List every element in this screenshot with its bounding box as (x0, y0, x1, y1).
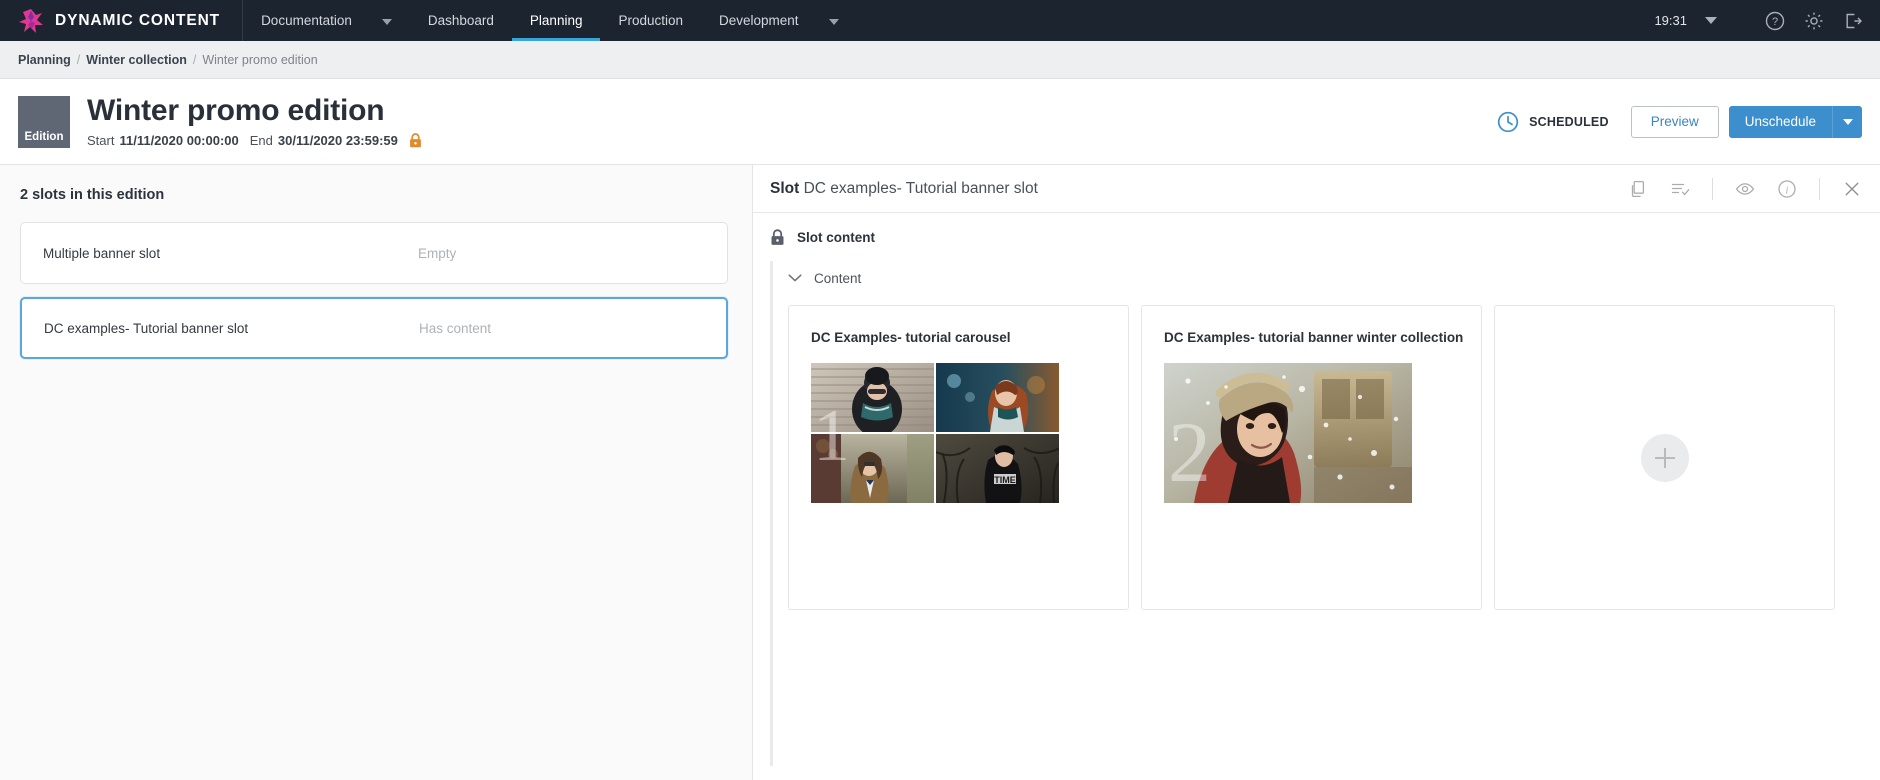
nav-item-documentation[interactable]: Documentation (243, 0, 410, 41)
page-header-actions: SCHEDULED Preview Unschedule (1497, 105, 1862, 138)
preview-button[interactable]: Preview (1630, 105, 1719, 138)
content-section-rule (770, 261, 773, 766)
content-section: Content DC Examples- tutorial carousel T… (753, 261, 1880, 780)
slots-panel-title: 2 slots in this edition (20, 187, 165, 203)
content-card-tutorial-carousel[interactable]: DC Examples- tutorial carousel TIME 1 (788, 305, 1129, 610)
slot-list-item-multiple-banner-slot[interactable]: Multiple banner slot Empty (20, 222, 728, 284)
content-collapse-toggle[interactable]: Content (788, 261, 1858, 295)
brand-logo-area[interactable]: DYNAMIC CONTENT (0, 0, 244, 41)
top-navigation-bar: DYNAMIC CONTENT Documentation Dashboard … (0, 0, 1880, 41)
plus-glyph (1654, 447, 1675, 468)
nav-item-planning-label: Planning (529, 13, 583, 28)
status-badge-label: SCHEDULED (1529, 114, 1609, 129)
content-body: Content DC Examples- tutorial carousel T… (788, 261, 1880, 780)
chevron-down-icon (1842, 118, 1853, 125)
status-badge: SCHEDULED (1497, 111, 1609, 133)
slot-name: Multiple banner slot (43, 245, 161, 261)
nav-item-production-label: Production (618, 13, 684, 28)
slot-detail-title: Slot DC examples- Tutorial banner slot (770, 180, 1038, 198)
slot-name: DC examples- Tutorial banner slot (44, 320, 249, 336)
content-card-tutorial-banner-winter-collection[interactable]: DC Examples- tutorial banner winter coll… (1141, 305, 1482, 610)
slot-detail-title-name: DC examples- Tutorial banner slot (803, 179, 1038, 197)
start-value: 11/11/2020 00:00:00 (119, 132, 239, 148)
breadcrumb-separator: / (76, 52, 81, 67)
gear-icon[interactable] (1803, 10, 1825, 32)
chevron-down-icon (381, 18, 392, 25)
page-title: Winter promo edition (87, 94, 385, 128)
brand-name: DYNAMIC CONTENT (55, 11, 221, 29)
page-header: Edition Winter promo edition Start 11/11… (0, 79, 1880, 165)
unschedule-dropdown-button[interactable] (1832, 105, 1862, 138)
chevron-down-icon (788, 273, 802, 283)
lock-icon (770, 228, 785, 246)
edition-badge: Edition (18, 95, 70, 148)
lock-icon (409, 132, 422, 148)
logout-icon[interactable] (1842, 10, 1864, 32)
edition-schedule-range: Start 11/11/2020 00:00:00 End 30/11/2020… (87, 133, 422, 148)
close-icon[interactable] (1842, 179, 1862, 199)
breadcrumb-separator: / (192, 52, 197, 67)
clock-icon (1497, 111, 1519, 133)
slot-status: Empty (418, 245, 457, 261)
nav-item-development[interactable]: Development (701, 0, 857, 41)
unschedule-split-button: Unschedule (1728, 105, 1862, 138)
slot-detail-title-prefix: Slot (770, 179, 800, 197)
content-card-title: DC Examples- tutorial banner winter coll… (1164, 330, 1464, 345)
dynamic-content-logo-icon (18, 8, 44, 34)
page-header-texts: Winter promo edition Start 11/11/2020 00… (87, 94, 422, 148)
breadcrumb-item-winter-promo-edition: Winter promo edition (202, 52, 318, 67)
slot-detail-header-icons: i (1606, 177, 1862, 200)
clock-time: 19:31 (1654, 13, 1687, 28)
edition-badge-label: Edition (24, 130, 64, 143)
end-value: 30/11/2020 23:59:59 (277, 132, 398, 148)
slot-list-item-dc-examples-tutorial-banner-slot[interactable]: DC examples- Tutorial banner slot Has co… (20, 297, 728, 359)
nav-item-dashboard[interactable]: Dashboard (410, 0, 512, 41)
slot-detail-panel: Slot DC examples- Tutorial banner slot i… (753, 165, 1880, 780)
list-check-icon[interactable] (1670, 179, 1690, 199)
thumbnail-image-4: TIME (936, 434, 1059, 503)
nav-item-development-label: Development (719, 13, 799, 28)
start-label: Start (87, 132, 115, 148)
slot-content-label: Slot content (797, 229, 875, 245)
content-card-thumbnail: 2 (1164, 363, 1412, 503)
help-icon[interactable]: ? (1764, 10, 1786, 32)
page-body: 2 slots in this edition Multiple banner … (0, 165, 1880, 780)
slot-status: Has content (419, 320, 492, 336)
slots-panel: 2 slots in this edition Multiple banner … (0, 165, 753, 780)
thumbnail-image-2 (936, 363, 1059, 432)
thumbnail-image-3 (811, 434, 934, 503)
breadcrumb-item-planning[interactable]: Planning (18, 53, 71, 67)
content-card-thumbnail-grid: TIME 1 (811, 363, 1059, 503)
thumbnail-image-1 (811, 363, 934, 432)
plus-icon (1640, 433, 1689, 482)
nav-item-production[interactable]: Production (600, 0, 701, 41)
content-toggle-label: Content (814, 270, 862, 286)
info-icon[interactable]: i (1777, 179, 1797, 199)
svg-text:TIME: TIME (994, 475, 1016, 485)
icon-divider (1819, 177, 1820, 200)
content-card-title: DC Examples- tutorial carousel (811, 330, 1011, 345)
nav-item-dashboard-label: Dashboard (427, 13, 494, 28)
icon-divider (1712, 177, 1713, 200)
main-nav-items: Documentation Dashboard Planning Product… (243, 0, 857, 41)
copy-icon[interactable] (1628, 179, 1648, 199)
thumbnail-overlay-number: 2 (1168, 404, 1211, 500)
unschedule-button[interactable]: Unschedule (1728, 105, 1832, 138)
add-content-card[interactable] (1494, 305, 1835, 610)
svg-text:?: ? (1772, 16, 1778, 28)
eye-icon[interactable] (1735, 179, 1755, 199)
breadcrumb-item-winter-collection[interactable]: Winter collection (86, 53, 187, 67)
end-label: End (249, 132, 273, 148)
slot-content-row: Slot content (753, 213, 1880, 261)
content-cards-row: DC Examples- tutorial carousel TIME 1 DC… (788, 305, 1858, 610)
timezone-chevron-down-icon[interactable] (1705, 17, 1717, 24)
top-nav-right-controls: 19:31 ? (1654, 0, 1880, 41)
nav-item-planning[interactable]: Planning (511, 0, 601, 41)
slot-detail-header: Slot DC examples- Tutorial banner slot i (753, 165, 1880, 213)
nav-item-documentation-label: Documentation (261, 13, 352, 28)
chevron-down-icon (828, 18, 839, 25)
svg-text:i: i (1786, 185, 1789, 196)
breadcrumb: Planning / Winter collection / Winter pr… (0, 41, 1880, 79)
